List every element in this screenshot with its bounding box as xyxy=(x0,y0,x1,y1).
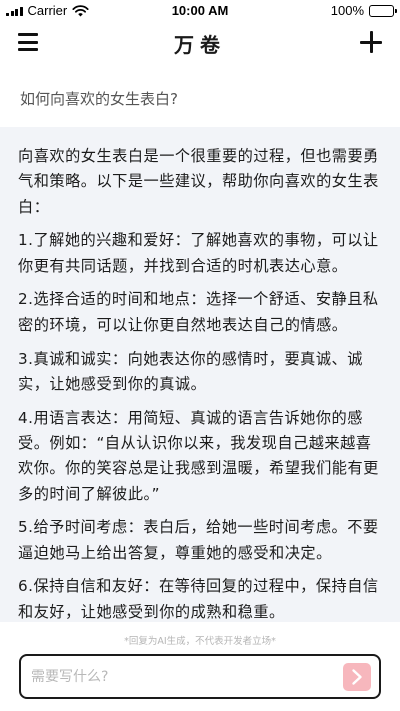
answer-paragraph: 向喜欢的女生表白是一个很重要的过程，但也需要勇气和策略。以下是一些建议，帮助你向… xyxy=(18,147,379,216)
battery-group: 100% xyxy=(330,3,397,18)
question-text: 如何向喜欢的女生表白? xyxy=(20,90,178,108)
answer-paragraph: 6.保持自信和友好：在等待回复的过程中，保持自信和友好，让她感受到你的成熟和稳重… xyxy=(18,577,379,621)
send-button[interactable] xyxy=(343,663,371,691)
answer-paragraph: 2.选择合适的时间和地点：选择一个舒适、安静且私密的环境，可以让你更自然地表达自… xyxy=(18,290,379,334)
answer-paragraph: 5.给予时间考虑：表白后，给她一些时间考虑。不要逼迫她马上给出答复，尊重她的感受… xyxy=(18,518,379,562)
message-input[interactable] xyxy=(31,665,331,689)
send-arrow-icon xyxy=(352,669,362,685)
answer-paragraph: 4.用语言表达：用简短、真诚的语言告诉她你的感受。例如：“自从认识你以来，我发现… xyxy=(18,408,379,503)
navigation-bar: 万卷 xyxy=(0,22,400,62)
answer-paragraph: 3.真诚和诚实：向她表达你的感情时，要真诚、诚实，让她感受到你的真诚。 xyxy=(18,349,363,393)
answer-card: 向喜欢的女生表白是一个很重要的过程，但也需要勇气和策略。以下是一些建议，帮助你向… xyxy=(0,127,400,622)
status-bar: Carrier 10:00 AM 100% xyxy=(0,0,400,20)
answer-paragraph: 1.了解她的兴趣和爱好：了解她喜欢的事物，可以让你更有共同话题，并找到合适的时机… xyxy=(18,231,379,275)
battery-percent: 100% xyxy=(330,3,364,18)
ai-disclaimer: *回复为AI生成，不代表开发者立场* xyxy=(124,636,276,647)
battery-icon xyxy=(369,4,397,17)
plus-icon[interactable] xyxy=(360,31,382,53)
app-title: 万卷 xyxy=(174,33,226,57)
message-input-box xyxy=(19,654,381,699)
